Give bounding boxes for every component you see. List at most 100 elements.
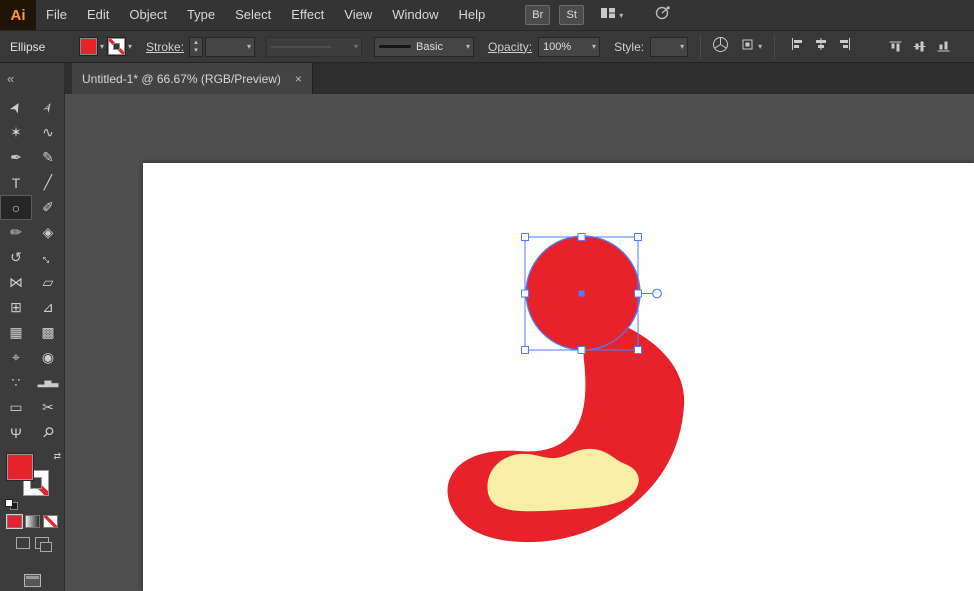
selection-handle-s[interactable] [578, 347, 585, 354]
align-left-button[interactable] [787, 37, 807, 57]
blend-icon: ◉ [42, 349, 54, 366]
draw-normal-icon[interactable] [16, 537, 30, 549]
selection-handle-sw[interactable] [522, 347, 529, 354]
lasso-icon: ∿ [42, 124, 54, 141]
align-top-icon [884, 40, 903, 54]
menu-view[interactable]: View [334, 0, 382, 30]
type-tool-icon: T [12, 175, 21, 191]
magic-wand-tool[interactable]: ✶ [0, 120, 32, 145]
default-fill-stroke-icon[interactable] [5, 499, 18, 510]
lasso-tool[interactable]: ∿ [32, 120, 64, 145]
free-transform-tool[interactable]: ▱ [32, 270, 64, 295]
stroke-weight-label[interactable]: Stroke: [146, 40, 184, 54]
isolate-object-button[interactable]: ▾ [740, 37, 762, 57]
drawing-modes-row [0, 537, 64, 549]
align-center-button[interactable] [811, 37, 831, 57]
collapse-panel-button[interactable]: « [7, 71, 14, 86]
shape-builder-tool[interactable]: ⊞ [0, 295, 32, 320]
isolate-object-icon [740, 37, 755, 57]
selection-handle-nw[interactable] [522, 234, 529, 241]
stroke-weight-stepper[interactable]: ▴ ▾ [189, 37, 203, 57]
align-bottom-button[interactable] [931, 37, 951, 57]
align-right-button[interactable] [835, 37, 855, 57]
menu-edit[interactable]: Edit [77, 0, 119, 30]
zoom-tool[interactable]: ⚲ [32, 420, 64, 445]
perspective-grid-tool[interactable]: ⊿ [32, 295, 64, 320]
align-middle-button[interactable] [907, 37, 927, 57]
eraser-tool[interactable]: ◈ [32, 220, 64, 245]
menu-help[interactable]: Help [448, 0, 495, 30]
recolor-artwork-button[interactable] [712, 36, 729, 58]
menu-effect[interactable]: Effect [281, 0, 334, 30]
share-button[interactable] [653, 5, 671, 26]
none-button[interactable] [43, 515, 58, 528]
line-segment-tool[interactable]: ╱ [32, 170, 64, 195]
selection-tool[interactable]: ➤ [0, 95, 32, 120]
opacity-label[interactable]: Opacity: [488, 40, 532, 54]
shape-builder-icon: ⊞ [10, 299, 22, 316]
selection-center-point[interactable] [579, 291, 585, 297]
color-button[interactable] [7, 515, 22, 528]
document-tab[interactable]: Untitled-1* @ 66.67% (RGB/Preview) × [72, 63, 313, 94]
selection-handle-ne[interactable] [635, 234, 642, 241]
mesh-tool[interactable]: ▦ [0, 320, 32, 345]
stock-button[interactable]: St [559, 5, 584, 25]
selection-handle-se[interactable] [635, 347, 642, 354]
close-tab-icon[interactable]: × [295, 72, 302, 86]
column-graph-tool[interactable]: ▂▅▃ [32, 370, 64, 395]
blend-tool[interactable]: ◉ [32, 345, 64, 370]
stroke-color-swatch[interactable]: ▾ [108, 38, 132, 55]
menu-object[interactable]: Object [119, 0, 177, 30]
fill-proxy-swatch[interactable] [7, 454, 33, 480]
brush-definition-select[interactable]: Basic ▾ [374, 37, 474, 57]
canvas-area[interactable] [65, 94, 974, 591]
align-top-button[interactable] [883, 37, 903, 57]
symbol-sprayer-tool[interactable]: ∵ [0, 370, 32, 395]
selection-handle-w[interactable] [522, 290, 529, 297]
fill-color-swatch[interactable]: ▾ [80, 38, 104, 55]
width-tool[interactable]: ⋈ [0, 270, 32, 295]
style-label: Style: [614, 40, 644, 54]
paintbrush-icon: ✐ [42, 199, 54, 216]
ellipse-tool[interactable]: ○ [0, 195, 32, 220]
type-tool[interactable]: T [0, 170, 32, 195]
draw-behind-icon[interactable] [35, 537, 49, 549]
artboard-tool[interactable]: ▭ [0, 395, 32, 420]
paint-mode-row [0, 515, 64, 528]
fill-stroke-indicator: ⇄ [0, 451, 64, 513]
gradient-icon: ▩ [41, 324, 54, 341]
live-shape-widget-handle[interactable] [653, 289, 662, 298]
swap-fill-stroke-icon[interactable]: ⇄ [53, 451, 61, 462]
gradient-button[interactable] [25, 515, 40, 528]
paintbrush-tool[interactable]: ✐ [32, 195, 64, 220]
align-right-icon [838, 37, 852, 56]
hand-tool[interactable]: Ψ [0, 420, 32, 445]
free-transform-icon: ▱ [43, 274, 54, 291]
menu-window[interactable]: Window [382, 0, 448, 30]
gradient-tool[interactable]: ▩ [32, 320, 64, 345]
stroke-weight-select[interactable]: ▾ [205, 37, 255, 57]
opacity-select[interactable]: 100% ▾ [538, 37, 600, 57]
rotate-tool[interactable]: ↺ [0, 245, 32, 270]
pen-tool[interactable]: ✒ [0, 145, 32, 170]
slice-tool[interactable]: ✂ [32, 395, 64, 420]
artboard[interactable] [143, 163, 974, 591]
change-screen-mode-icon[interactable] [24, 574, 41, 587]
selection-handle-e[interactable] [635, 290, 642, 297]
direct-selection-tool-icon: ➢ [38, 98, 59, 117]
menu-select[interactable]: Select [225, 0, 281, 30]
menu-type[interactable]: Type [177, 0, 225, 30]
variable-width-profile-select[interactable]: ▾ [266, 37, 362, 57]
selection-handle-n[interactable] [578, 234, 585, 241]
bridge-button[interactable]: Br [525, 5, 550, 25]
graphic-style-select[interactable]: ▾ [650, 37, 688, 57]
shaper-tool[interactable]: ✏ [0, 220, 32, 245]
direct-selection-tool[interactable]: ➢ [32, 95, 64, 120]
eyedropper-tool[interactable]: ⌖ [0, 345, 32, 370]
selection-type-label: Ellipse [10, 40, 76, 54]
arrange-documents-button[interactable]: ▾ [600, 6, 623, 25]
pen-icon: ✒ [10, 149, 22, 166]
curvature-tool[interactable]: ✎ [32, 145, 64, 170]
menu-file[interactable]: File [36, 0, 77, 30]
scale-tool[interactable]: ↔ [32, 245, 64, 270]
